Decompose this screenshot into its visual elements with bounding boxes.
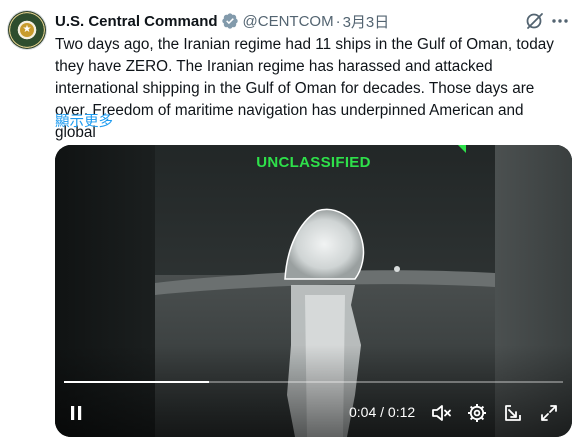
author-handle[interactable]: @CENTCOM bbox=[243, 13, 334, 30]
pause-icon[interactable] bbox=[65, 401, 89, 425]
seal-star-icon: ★ bbox=[22, 24, 32, 35]
centcom-avatar[interactable]: ★ bbox=[8, 11, 46, 49]
settings-gear-icon[interactable] bbox=[465, 401, 489, 425]
show-more-link[interactable]: 顯示更多 bbox=[55, 112, 113, 132]
tweet-text: Two days ago, the Iranian regime had 11 … bbox=[55, 36, 554, 141]
tweet-card[interactable]: ★ U.S. Central Command @CENTCOM · 3月3日 T… bbox=[0, 0, 573, 439]
video-progress-fill bbox=[64, 381, 209, 383]
video-frame bbox=[55, 145, 572, 437]
verified-badge-icon[interactable] bbox=[221, 12, 239, 30]
video-player[interactable]: UNCLASSIFIED 0:04 / 0:12 bbox=[55, 145, 572, 437]
video-current-time: 0:04 bbox=[349, 404, 377, 420]
muted-volume-icon[interactable] bbox=[429, 401, 453, 425]
classification-label: UNCLASSIFIED bbox=[256, 154, 371, 171]
video-duration: 0:12 bbox=[387, 404, 416, 420]
fullscreen-icon[interactable] bbox=[537, 401, 561, 425]
post-timestamp[interactable]: 3月3日 bbox=[343, 11, 390, 32]
separator-dot: · bbox=[335, 12, 341, 30]
grok-icon[interactable] bbox=[524, 10, 546, 32]
popout-icon[interactable] bbox=[501, 401, 525, 425]
video-time-separator: / bbox=[376, 404, 388, 420]
display-name[interactable]: U.S. Central Command bbox=[55, 13, 218, 30]
video-time: 0:04 / 0:12 bbox=[349, 404, 415, 420]
more-options-icon[interactable] bbox=[549, 10, 571, 32]
tweet-header: U.S. Central Command @CENTCOM · 3月3日 bbox=[55, 11, 389, 31]
video-progress-bar[interactable] bbox=[64, 381, 563, 383]
